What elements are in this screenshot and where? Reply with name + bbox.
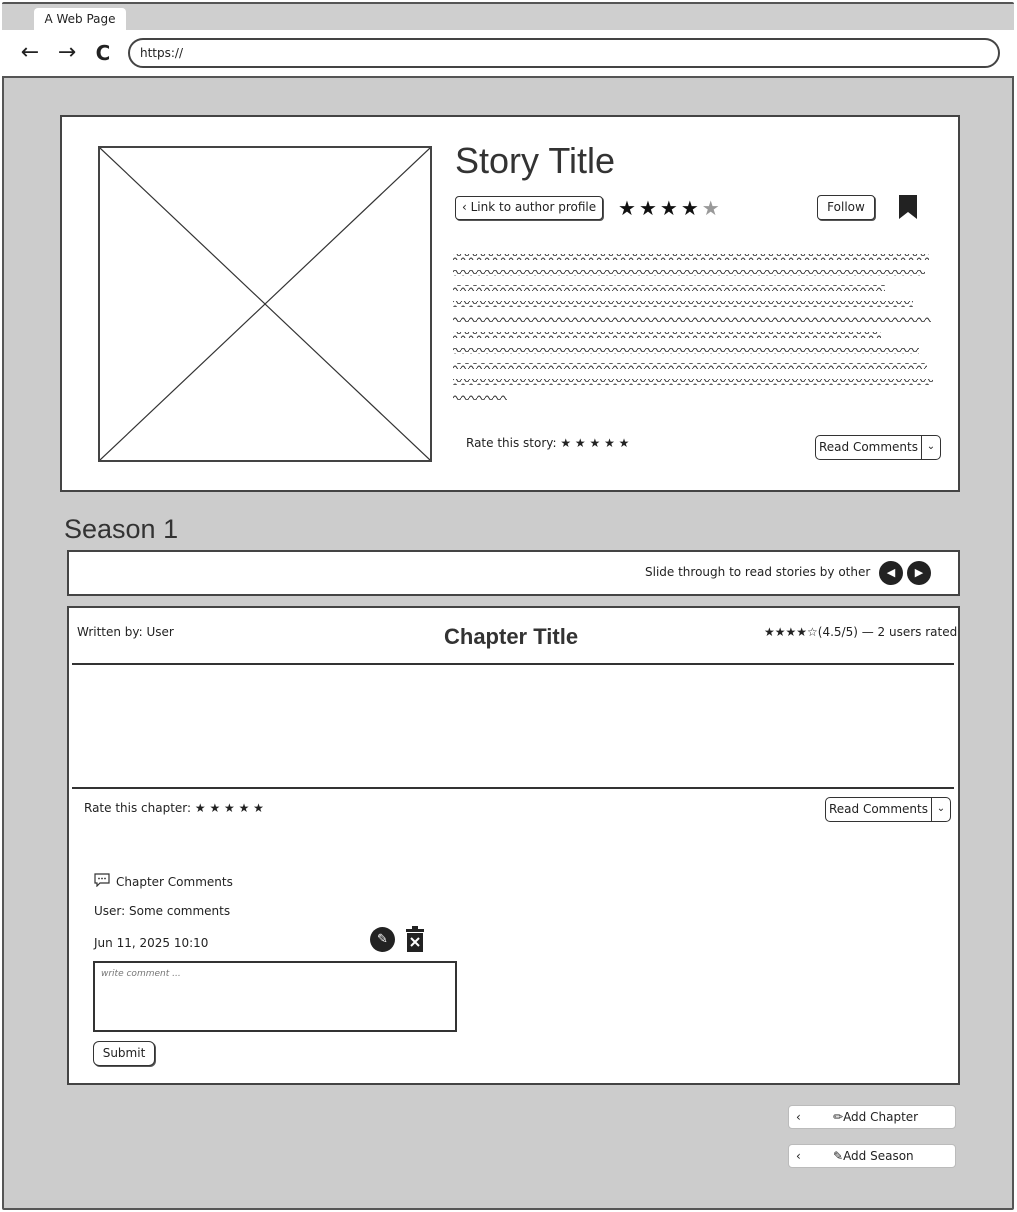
add-season-label-wrap: ✎Add Season [833, 1145, 914, 1167]
comment-icon [94, 873, 110, 890]
star-icon: ★ [701, 196, 723, 220]
story-rating-stars: ★★★★★ [618, 196, 723, 220]
rate-story-label[interactable]: Rate this story: ★ ★ ★ ★ ★ [466, 436, 629, 450]
delete-trash-icon[interactable] [404, 926, 426, 956]
divider [72, 787, 954, 789]
chapter-read-comments-button[interactable]: Read Comments ⌄ [825, 797, 951, 822]
comment-text: User: Some comments [94, 904, 231, 918]
star-icon: ★ [659, 196, 681, 220]
comment-date: Jun 11, 2025 10:10 [94, 936, 209, 950]
bookmark-icon[interactable] [898, 194, 918, 224]
add-chapter-label: Add Chapter [843, 1110, 919, 1124]
slider-text: Slide through to read stories by other [645, 565, 871, 579]
add-chapter-button[interactable]: ‹ ✏Add Chapter [788, 1105, 956, 1129]
comment-input[interactable] [93, 961, 457, 1032]
divider [72, 663, 954, 665]
slide-next-icon[interactable]: ▶ [907, 561, 931, 585]
chevron-left-icon: ‹ [796, 1149, 801, 1163]
rate-chapter-label[interactable]: Rate this chapter: ★ ★ ★ ★ ★ [84, 801, 264, 815]
add-chapter-label-wrap: ✏Add Chapter [833, 1106, 918, 1128]
tab-strip [2, 4, 1014, 30]
author-profile-link[interactable]: ‹ Link to author profile [455, 196, 603, 220]
chevron-down-icon: ⌄ [926, 441, 936, 452]
back-icon[interactable]: ← [17, 40, 43, 66]
story-read-comments-button[interactable]: Read Comments ⌄ [815, 435, 941, 460]
chapter-author: Written by: User [77, 625, 174, 639]
forward-icon[interactable]: → [54, 40, 80, 66]
submit-button[interactable]: Submit [93, 1041, 155, 1066]
add-season-button[interactable]: ‹ ✎Add Season [788, 1144, 956, 1168]
season-title: Season 1 [64, 514, 179, 544]
address-bar[interactable]: https:// [128, 38, 1000, 68]
slide-prev-icon[interactable]: ◀ [879, 561, 903, 585]
chapter-rating: ★★★★☆(4.5/5) — 2 users rated [764, 625, 958, 639]
pencil-icon: ✏ [833, 1110, 844, 1124]
chapter-title: Chapter Title [444, 624, 579, 649]
follow-button[interactable]: Follow [817, 195, 875, 220]
reload-icon[interactable]: C [90, 40, 116, 66]
edit-pencil-icon[interactable]: ✎ [370, 927, 395, 952]
add-season-label: Add Season [843, 1149, 914, 1163]
image-placeholder-icon [98, 146, 432, 462]
read-comments-label: Read Comments [816, 436, 922, 459]
author-link-label: Link to author profile [470, 200, 597, 214]
chevron-down-icon: ⌄ [936, 803, 946, 814]
chevron-left-icon: ‹ [796, 1110, 801, 1124]
edit-circle-icon: ✎ [833, 1149, 844, 1163]
star-icon: ★ [638, 196, 660, 220]
chapter-comments-header: Chapter Comments [94, 873, 233, 890]
star-icon: ★ [680, 196, 702, 220]
browser-tab[interactable]: A Web Page [34, 8, 126, 30]
star-icon: ★ [618, 196, 639, 220]
chevron-left-icon: ‹ [462, 200, 471, 214]
comments-header-label: Chapter Comments [116, 874, 233, 889]
read-comments-label: Read Comments [826, 798, 932, 821]
story-title: Story Title [455, 140, 616, 181]
story-description-scribble [453, 250, 937, 410]
